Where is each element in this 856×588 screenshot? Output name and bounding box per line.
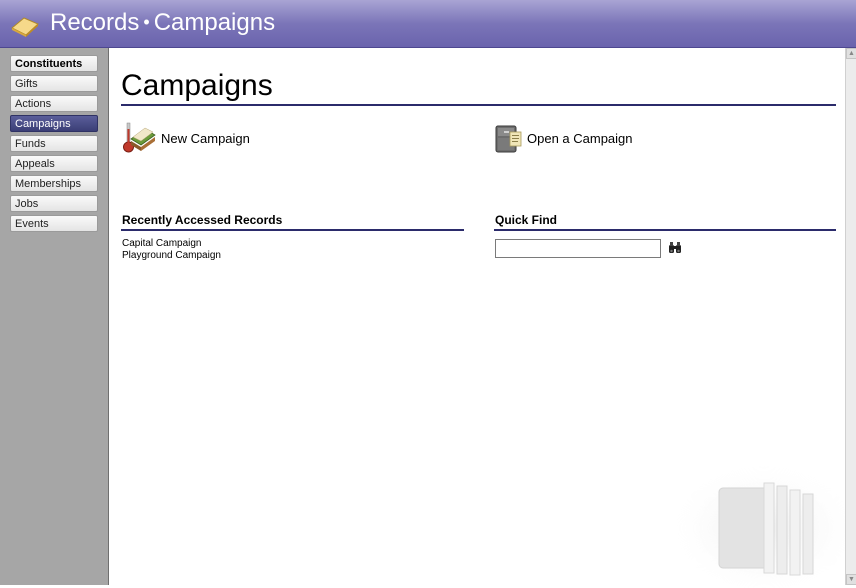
sidebar-item-campaigns[interactable]: Campaigns xyxy=(10,115,98,132)
sidebar-item-events[interactable]: Events xyxy=(10,215,98,232)
recent-records-heading: Recently Accessed Records xyxy=(122,213,283,227)
sidebar-item-gifts[interactable]: Gifts xyxy=(10,75,98,92)
main-panel: Campaigns New Campaign Open a Campaign R… xyxy=(109,48,849,588)
new-campaign-button[interactable]: New Campaign xyxy=(121,121,250,155)
title-separator: • xyxy=(143,12,150,32)
sidebar-item-constituents[interactable]: Constituents xyxy=(10,55,98,72)
title-bar: Records • Campaigns xyxy=(0,0,856,48)
scroll-up-icon[interactable]: ▲ xyxy=(846,48,856,59)
scroll-down-icon[interactable]: ▼ xyxy=(846,574,856,585)
page-title: Campaigns xyxy=(121,69,273,102)
folders-watermark-icon xyxy=(676,466,849,588)
recent-record-capital-campaign[interactable]: Capital Campaign xyxy=(122,238,202,250)
window-title: Records • Campaigns xyxy=(50,8,275,39)
new-campaign-icon xyxy=(123,122,156,153)
open-campaign-icon xyxy=(495,125,522,153)
sidebar-item-actions[interactable]: Actions xyxy=(10,95,98,112)
open-campaign-label: Open a Campaign xyxy=(527,130,633,146)
quick-find-heading: Quick Find xyxy=(495,213,558,227)
folder-icon xyxy=(11,17,39,37)
vertical-scrollbar[interactable]: ▲ ▼ xyxy=(845,48,856,585)
title-campaigns: Campaigns xyxy=(153,9,276,36)
quick-find-input[interactable] xyxy=(495,239,661,258)
new-campaign-label: New Campaign xyxy=(161,130,250,146)
binoculars-icon[interactable] xyxy=(668,242,682,254)
title-records: Records xyxy=(50,9,140,36)
recent-record-playground-campaign[interactable]: Playground Campaign xyxy=(122,250,221,262)
open-campaign-button[interactable]: Open a Campaign xyxy=(493,122,633,154)
quick-find-divider xyxy=(494,229,836,231)
recent-records-divider xyxy=(121,229,464,231)
sidebar-item-memberships[interactable]: Memberships xyxy=(10,175,98,192)
sidebar-item-funds[interactable]: Funds xyxy=(10,135,98,152)
sidebar-item-jobs[interactable]: Jobs xyxy=(10,195,98,212)
sidebar-item-appeals[interactable]: Appeals xyxy=(10,155,98,172)
sidebar: Constituents Gifts Actions Campaigns Fun… xyxy=(0,48,109,585)
title-divider xyxy=(121,104,836,106)
